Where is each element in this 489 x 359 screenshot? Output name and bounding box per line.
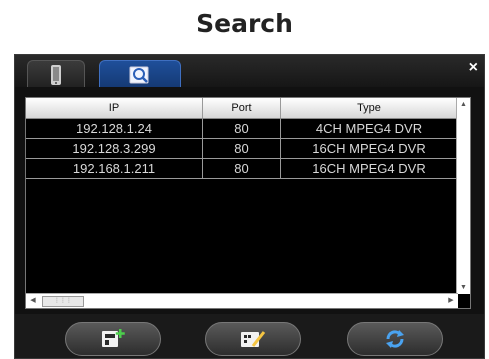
scroll-thumb[interactable]: ⋮⋮⋮ (42, 296, 84, 307)
cell-type: 16CH MPEG4 DVR (281, 139, 458, 158)
table-header: IP Port Type (26, 98, 458, 119)
page-heading: Search (196, 9, 293, 38)
add-device-button[interactable] (65, 322, 161, 356)
refresh-button[interactable] (347, 322, 443, 356)
device-list[interactable]: IP Port Type 192.128.1.24 80 4CH MPEG4 D… (25, 97, 471, 309)
tab-device-info[interactable] (27, 60, 85, 87)
table-row[interactable]: 192.168.1.211 80 16CH MPEG4 DVR (26, 159, 458, 179)
scroll-right-icon[interactable]: ▶ (444, 294, 458, 308)
cell-type: 16CH MPEG4 DVR (281, 159, 458, 178)
header-port[interactable]: Port (203, 98, 281, 118)
table-row[interactable]: 192.128.1.24 80 4CH MPEG4 DVR (26, 119, 458, 139)
cell-port: 80 (203, 119, 281, 138)
header-type[interactable]: Type (281, 98, 458, 118)
cell-ip: 192.128.3.299 (26, 139, 203, 158)
cell-ip: 192.168.1.211 (26, 159, 203, 178)
cell-port: 80 (203, 159, 281, 178)
scroll-down-icon[interactable]: ▼ (457, 281, 470, 294)
action-bar (15, 314, 484, 358)
add-device-icon (102, 329, 125, 347)
vertical-scrollbar[interactable]: ▲ ▼ (456, 98, 470, 294)
close-icon[interactable]: × (469, 59, 478, 77)
table-rows: 192.128.1.24 80 4CH MPEG4 DVR 192.128.3.… (26, 119, 458, 179)
table-row[interactable]: 192.128.3.299 80 16CH MPEG4 DVR (26, 139, 458, 159)
scroll-up-icon[interactable]: ▲ (457, 98, 470, 111)
horizontal-scrollbar[interactable]: ◀ ⋮⋮⋮ ▶ (26, 293, 458, 308)
search-window: × IP Port Type 192.128.1.24 80 4CH MPEG4… (14, 54, 485, 359)
scroll-left-icon[interactable]: ◀ (26, 294, 40, 308)
device-icon (49, 65, 63, 90)
tab-search[interactable] (99, 60, 181, 87)
refresh-icon (386, 330, 404, 348)
edit-button[interactable] (205, 322, 301, 356)
cell-port: 80 (203, 139, 281, 158)
cell-ip: 192.128.1.24 (26, 119, 203, 138)
edit-icon (241, 331, 266, 347)
tab-bar: × (15, 55, 484, 87)
cell-type: 4CH MPEG4 DVR (281, 119, 458, 138)
magnifier-icon (128, 65, 152, 92)
header-ip[interactable]: IP (26, 98, 203, 118)
